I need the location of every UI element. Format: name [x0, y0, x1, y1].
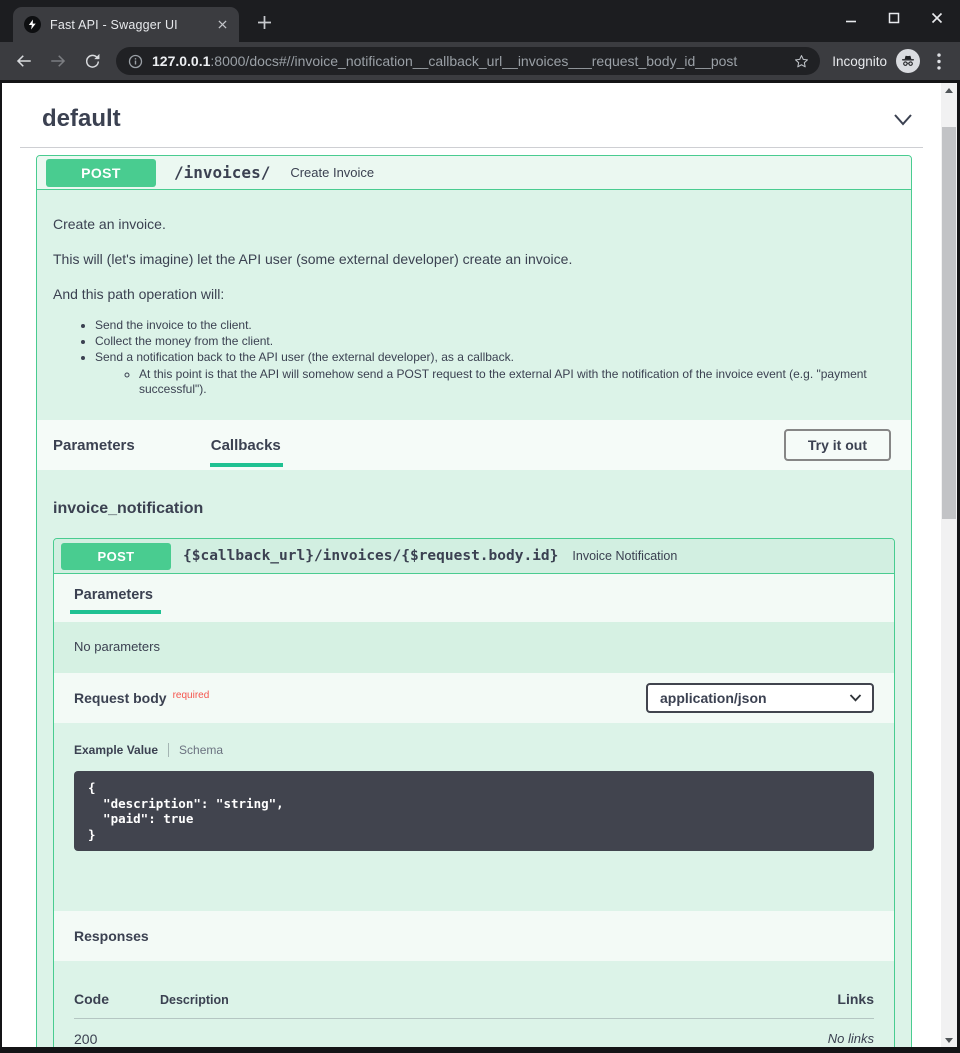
opblock-path: /invoices/ [174, 163, 270, 182]
request-body-example-section: Example Value Schema { "description": "s… [54, 723, 894, 911]
scrollbar-track[interactable] [941, 97, 957, 1033]
responses-table: Code Description Links 200 Successful Re… [54, 961, 894, 1047]
callback-tab-parameters[interactable]: Parameters [74, 587, 153, 603]
scroll-up-icon[interactable] [941, 83, 957, 97]
tab-strip: Fast API - Swagger UI [0, 0, 960, 42]
required-badge: required [173, 690, 210, 701]
callback-summary-text: Invoice Notification [572, 549, 677, 563]
tag-section-title: default [42, 105, 121, 133]
page-scrollbar[interactable] [941, 83, 957, 1047]
scrollbar-thumb[interactable] [942, 127, 956, 519]
responses-table-header: Code Description Links [74, 991, 874, 1007]
callback-name: invoice_notification [53, 500, 895, 518]
tab-example-value[interactable]: Example Value [74, 743, 158, 757]
sub-bullet-item: At this point is that the API will someh… [139, 367, 895, 397]
try-it-out-button[interactable]: Try it out [784, 429, 891, 461]
description-paragraph: Create an invoice. [53, 214, 895, 234]
select-chevron-icon [849, 694, 862, 702]
tab-close-icon[interactable] [213, 16, 231, 34]
fastapi-favicon-icon [24, 16, 41, 33]
request-body-row: Request body required application/json [54, 673, 894, 723]
browser-window: Fast API - Swagger UI [0, 0, 960, 1053]
url-text: 127.0.0.1:8000/docs#//invoice_notificati… [152, 53, 793, 69]
content-type-value: application/json [660, 690, 849, 706]
incognito-label: Incognito [832, 54, 887, 69]
opblock-summary[interactable]: POST /invoices/ Create Invoice [37, 156, 911, 190]
tab-separator [168, 743, 169, 757]
site-info-icon[interactable] [128, 54, 143, 69]
page-viewport: default POST /invoices/ Create Invoice C… [0, 80, 960, 1053]
swagger-page: default POST /invoices/ Create Invoice C… [2, 83, 941, 1047]
tab-callbacks-label: Callbacks [211, 437, 281, 454]
bullet-item: Send a notification back to the API user… [95, 350, 895, 365]
window-controls [844, 11, 944, 25]
table-row: 200 Successful Response No links [74, 1019, 874, 1047]
back-icon[interactable] [10, 47, 38, 75]
section-divider [20, 147, 923, 148]
no-parameters-text: No parameters [54, 622, 894, 673]
browser-menu-icon[interactable] [928, 48, 950, 74]
tag-section-header[interactable]: default [2, 83, 941, 133]
example-code-block[interactable]: { "description": "string", "paid": true … [74, 771, 874, 851]
tab-schema[interactable]: Schema [179, 743, 223, 757]
maximize-icon[interactable] [887, 11, 901, 25]
bullet-item: Send the invoice to the client. [95, 318, 895, 333]
callback-tab-parameters-label: Parameters [74, 587, 153, 603]
responses-title: Responses [74, 928, 149, 944]
description-paragraph: This will (let's imagine) let the API us… [53, 249, 895, 269]
response-description: Successful Response [160, 1031, 828, 1047]
col-code: Code [74, 991, 160, 1007]
callback-tab-row: Parameters [54, 574, 894, 622]
bullet-item: Collect the money from the client. [95, 334, 895, 349]
minimize-icon[interactable] [844, 11, 858, 25]
col-description: Description [160, 993, 837, 1007]
address-bar[interactable]: 127.0.0.1:8000/docs#//invoice_notificati… [116, 47, 820, 75]
reload-icon[interactable] [78, 47, 106, 75]
example-tabs: Example Value Schema [74, 743, 874, 757]
tab-title: Fast API - Swagger UI [50, 18, 213, 32]
chevron-down-icon[interactable] [893, 113, 913, 126]
callbacks-section: invoice_notification POST {$callback_url… [37, 470, 911, 1047]
active-tab-underline [210, 463, 283, 467]
url-path: :8000/docs#//invoice_notification__callb… [210, 53, 737, 69]
forward-icon[interactable] [44, 47, 72, 75]
tab-parameters[interactable]: Parameters [53, 437, 135, 454]
col-links: Links [837, 991, 874, 1007]
callback-summary[interactable]: POST {$callback_url}/invoices/{$request.… [54, 539, 894, 574]
browser-toolbar: 127.0.0.1:8000/docs#//invoice_notificati… [0, 42, 960, 80]
responses-header: Responses [54, 911, 894, 961]
response-code: 200 [74, 1031, 160, 1047]
tab-callbacks[interactable]: Callbacks [211, 437, 281, 454]
request-body-label: Request body [74, 690, 167, 706]
new-tab-button[interactable] [251, 9, 277, 35]
browser-tab[interactable]: Fast API - Swagger UI [13, 7, 239, 42]
incognito-icon [896, 49, 920, 73]
response-links: No links [828, 1031, 874, 1046]
operation-description: Create an invoice. This will (let's imag… [37, 190, 911, 420]
active-tab-underline [70, 610, 161, 614]
callback-opblock: POST {$callback_url}/invoices/{$request.… [53, 538, 895, 1047]
opblock-post-invoices: POST /invoices/ Create Invoice Create an… [36, 155, 912, 1047]
opblock-summary-text: Create Invoice [290, 165, 374, 180]
callback-path: {$callback_url}/invoices/{$request.body.… [183, 548, 558, 564]
description-paragraph: And this path operation will: [53, 284, 895, 304]
bookmark-star-icon[interactable] [793, 53, 810, 70]
content-type-select[interactable]: application/json [646, 683, 874, 713]
description-bullet-list: Send the invoice to the client. Collect … [53, 318, 895, 397]
method-badge: POST [46, 159, 156, 187]
url-host: 127.0.0.1 [152, 53, 210, 69]
callback-method-badge: POST [61, 543, 171, 570]
operation-tab-row: Parameters Callbacks Try it out [37, 420, 911, 470]
scroll-down-icon[interactable] [941, 1033, 957, 1047]
close-icon[interactable] [930, 11, 944, 25]
description-sub-bullet-list: At this point is that the API will someh… [95, 367, 895, 397]
